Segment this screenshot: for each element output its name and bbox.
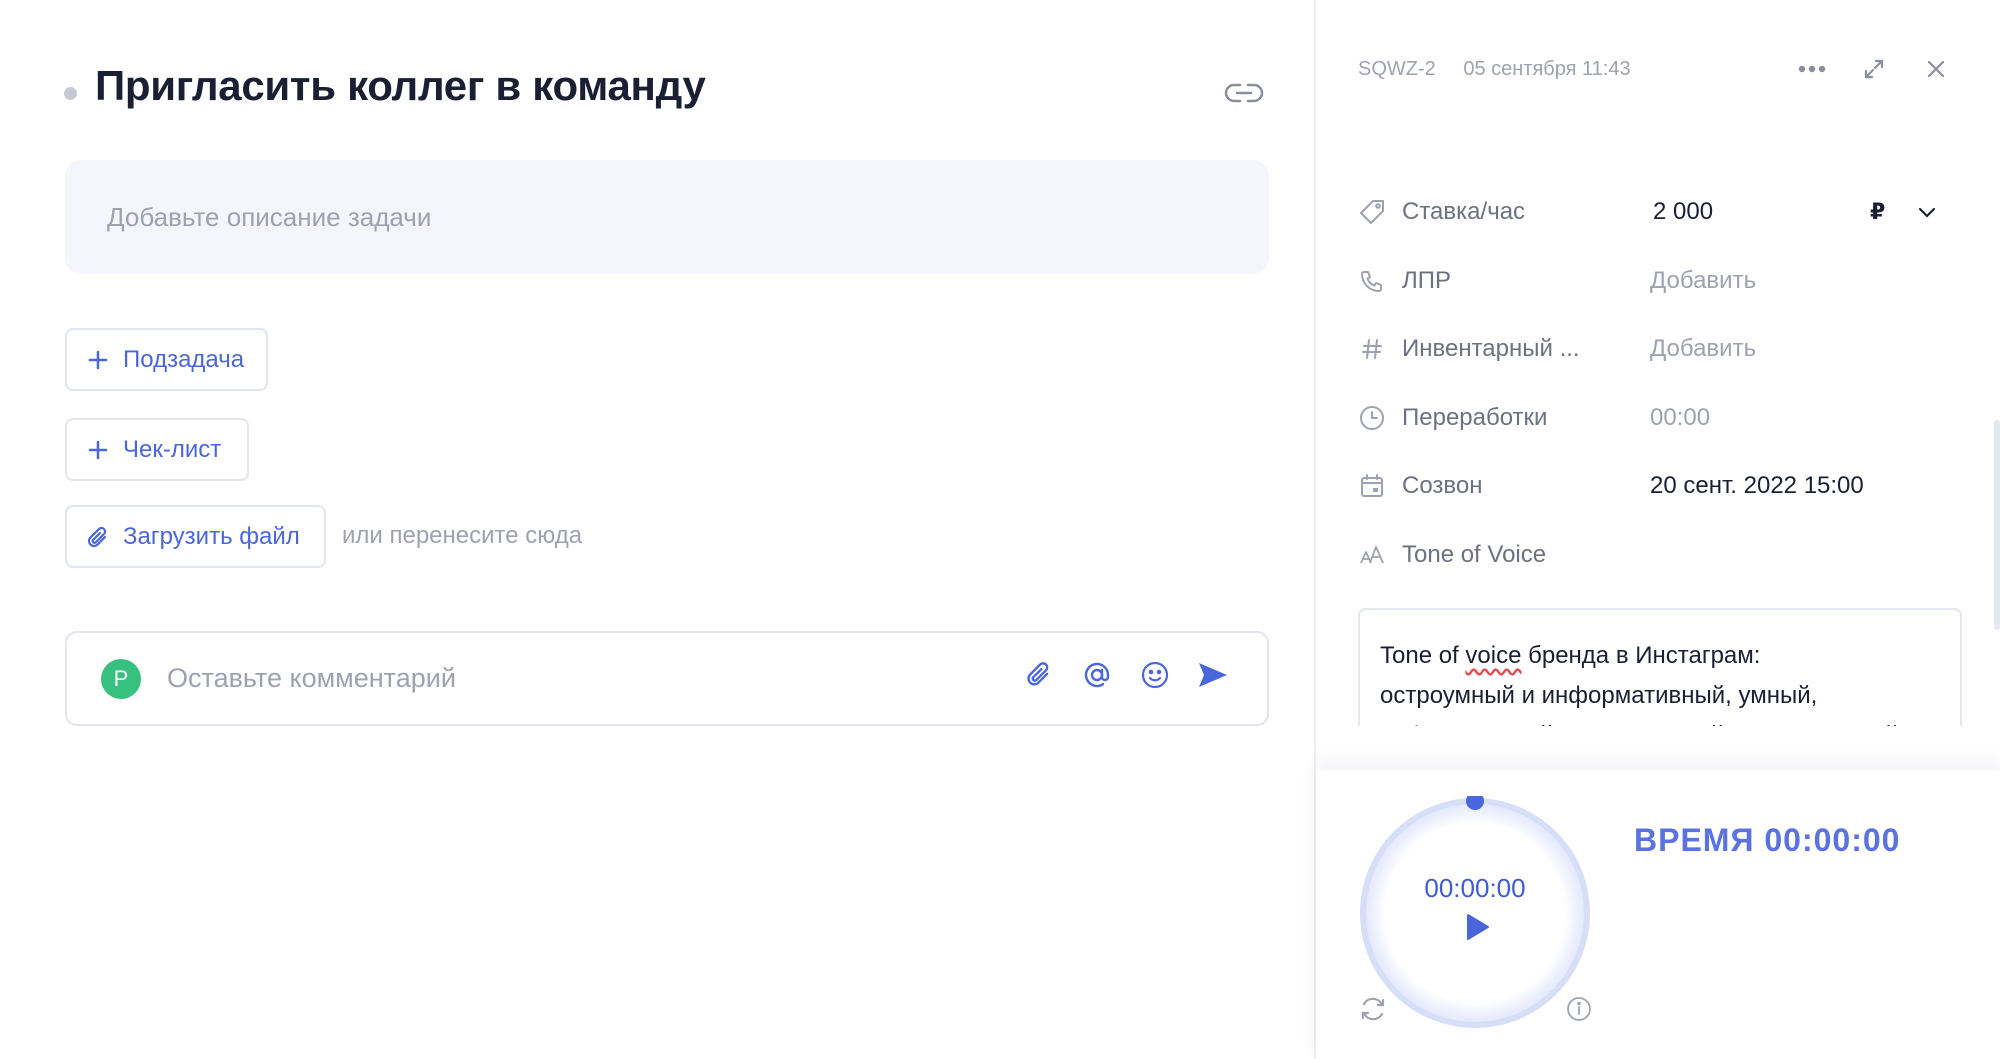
hash-icon (1358, 335, 1386, 363)
rate-value[interactable]: 2 000 (1653, 198, 1713, 226)
info-icon[interactable] (1566, 996, 1592, 1022)
task-main-pane: Пригласить коллег в команду Добавьте опи… (0, 0, 1314, 1059)
send-icon[interactable] (1197, 659, 1229, 691)
play-icon[interactable] (1462, 912, 1492, 942)
task-title[interactable]: Пригласить коллег в команду (95, 62, 706, 110)
link-icon[interactable] (1224, 80, 1264, 106)
panel-toolbar (1798, 55, 1950, 83)
timer-total-label: ВРЕМЯ 00:00:00 (1634, 822, 1901, 858)
comment-box: P (65, 631, 1269, 726)
panel-scrollbar[interactable] (1994, 420, 2000, 630)
emoji-icon[interactable] (1139, 659, 1171, 691)
field-value[interactable]: 00:00 (1650, 404, 1710, 432)
custom-fields: Ставка/час 2 000 ₽ ЛПР Добавить Инвентар… (1358, 178, 1958, 589)
field-label: ЛПР (1402, 266, 1452, 294)
field-overtime[interactable]: Переработки 00:00 (1358, 384, 1958, 453)
comment-actions (1023, 659, 1229, 691)
field-inventory[interactable]: Инвентарный ... Добавить (1358, 315, 1958, 384)
field-label: Переработки (1402, 403, 1548, 431)
add-subtask-button[interactable]: Подзадача (65, 328, 268, 391)
tone-of-voice-textarea[interactable]: Tone of voice бренда в Инстаграм: остроу… (1358, 608, 1962, 726)
title-row: Пригласить коллег в команду (64, 62, 706, 110)
add-subtask-label: Подзадача (123, 345, 245, 373)
expand-icon[interactable] (1860, 55, 1888, 83)
timer-ring-time: 00:00:00 (1424, 873, 1526, 903)
add-checklist-label: Чек-лист (123, 435, 222, 463)
tone-of-voice-line: остроумный и информативный, умный, (1380, 682, 1818, 709)
field-label: Инвентарный ... (1402, 335, 1580, 363)
field-rate[interactable]: Ставка/час 2 000 ₽ (1358, 178, 1958, 247)
chevron-down-icon[interactable] (1916, 201, 1938, 223)
field-tone-of-voice[interactable]: Tone of Voice (1358, 521, 1958, 590)
task-id[interactable]: SQWZ-2 (1358, 58, 1436, 80)
clock-icon (1358, 404, 1386, 432)
attach-icon[interactable] (1023, 659, 1055, 691)
more-icon[interactable] (1798, 55, 1826, 83)
field-value[interactable]: Добавить (1650, 335, 1756, 363)
spellcheck-word: voice (1465, 642, 1522, 669)
field-value[interactable]: 20 сент. 2022 15:00 (1650, 472, 1864, 500)
task-created-date: 05 сентября 11:43 (1463, 58, 1631, 80)
field-label: Созвон (1402, 472, 1483, 500)
mention-icon[interactable] (1081, 659, 1113, 691)
field-call[interactable]: Созвон 20 сент. 2022 15:00 (1358, 452, 1958, 521)
drop-hint: или перенесите сюда (342, 522, 583, 549)
status-dot[interactable] (64, 86, 77, 100)
plus-icon (87, 349, 109, 371)
tone-of-voice-line: неформальный и откровенный, уважительный (1380, 716, 1940, 726)
currency-symbol: ₽ (1870, 199, 1886, 225)
add-checklist-button[interactable]: Чек-лист (65, 418, 249, 481)
timer-panel: 00:00:00 ВРЕМЯ 00:00:00 (1316, 770, 2000, 1059)
task-details-panel: SQWZ-2 05 сентября 11:43 Ставка/час 2 00… (1314, 0, 2000, 1059)
field-lpr[interactable]: ЛПР Добавить (1358, 247, 1958, 316)
field-value[interactable]: Добавить (1650, 267, 1756, 295)
description-field[interactable]: Добавьте описание задачи (65, 160, 1269, 274)
text-size-icon (1358, 541, 1386, 569)
phone-icon (1358, 267, 1386, 295)
upload-file-label: Загрузить файл (123, 522, 300, 550)
plus-icon (87, 439, 109, 461)
field-label: Ставка/час (1402, 198, 1526, 226)
avatar: P (101, 658, 141, 699)
task-meta: SQWZ-2 05 сентября 11:43 (1358, 58, 1631, 81)
comment-input[interactable] (167, 663, 947, 694)
sync-icon[interactable] (1358, 994, 1388, 1024)
field-label: Tone of Voice (1402, 540, 1547, 568)
calendar-icon (1358, 472, 1386, 500)
tag-icon (1358, 198, 1386, 226)
tone-of-voice-line: Tone of voice бренда в Инстаграм: (1380, 642, 1761, 669)
close-icon[interactable] (1922, 55, 1950, 83)
paperclip-icon (87, 526, 109, 548)
upload-file-button[interactable]: Загрузить файл (65, 505, 326, 568)
description-placeholder: Добавьте описание задачи (107, 201, 432, 232)
